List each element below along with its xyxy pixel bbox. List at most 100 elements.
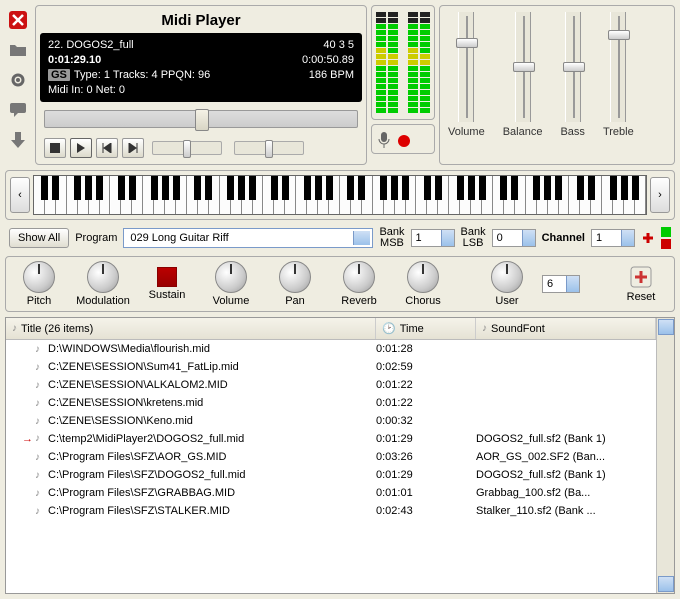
row-title: C:\Program Files\SFZ\GRABBAG.MID bbox=[46, 487, 376, 499]
title-header[interactable]: Title (26 items) bbox=[21, 323, 93, 335]
octave-down-button[interactable]: ‹ bbox=[10, 177, 30, 213]
lcd-display: 22. DOGOS2_full40 3 5 0:01:29.100:00:50.… bbox=[40, 33, 362, 102]
playlist-row[interactable]: ♪C:\ZENE\SESSION\Sum41_FatLip.mid0:02:59 bbox=[6, 358, 656, 376]
chorus-knob[interactable] bbox=[407, 261, 439, 293]
sustain-button[interactable] bbox=[157, 267, 177, 287]
scrollbar[interactable] bbox=[656, 318, 674, 593]
row-title: C:\Program Files\SFZ\AOR_GS.MID bbox=[46, 451, 376, 463]
gs-badge: GS bbox=[48, 69, 70, 81]
pitch-knob[interactable] bbox=[23, 261, 55, 293]
record-button[interactable] bbox=[396, 133, 412, 149]
vu-meters bbox=[371, 5, 435, 120]
row-time: 0:02:43 bbox=[376, 505, 476, 517]
note-icon: ♪ bbox=[35, 416, 40, 427]
note-icon: ♪ bbox=[35, 506, 40, 517]
modulation-knob[interactable] bbox=[87, 261, 119, 293]
next-button[interactable] bbox=[122, 138, 144, 158]
note-icon: ♪ bbox=[12, 323, 17, 334]
row-time: 0:02:59 bbox=[376, 361, 476, 373]
program-label: Program bbox=[75, 232, 117, 244]
playlist-row[interactable]: ♪C:\ZENE\SESSION\ALKALOM2.MID0:01:22 bbox=[6, 376, 656, 394]
balance-label: Balance bbox=[503, 126, 543, 138]
note-icon: ♪ bbox=[35, 452, 40, 463]
row-time: 0:03:26 bbox=[376, 451, 476, 463]
close-button[interactable] bbox=[7, 9, 29, 31]
playlist-row[interactable]: ♪C:\ZENE\SESSION\kretens.mid0:01:22 bbox=[6, 394, 656, 412]
note-icon: ♪ bbox=[35, 344, 40, 355]
bank-msb-label: Bank MSB bbox=[379, 227, 404, 249]
program-select[interactable]: 029 Long Guitar Riff bbox=[123, 228, 373, 248]
row-title: C:\Program Files\SFZ\DOGOS2_full.mid bbox=[46, 469, 376, 481]
prev-button[interactable] bbox=[96, 138, 118, 158]
bank-lsb-label: Bank LSB bbox=[461, 227, 486, 249]
row-time: 0:01:01 bbox=[376, 487, 476, 499]
row-title: C:\ZENE\SESSION\Keno.mid bbox=[46, 415, 376, 427]
tempo-slider[interactable] bbox=[152, 141, 222, 155]
row-title: C:\ZENE\SESSION\kretens.mid bbox=[46, 397, 376, 409]
soundfont-header[interactable]: SoundFont bbox=[491, 323, 545, 335]
bass-fader[interactable] bbox=[565, 12, 581, 122]
row-soundfont: Stalker_110.sf2 (Bank ... bbox=[476, 505, 656, 517]
balance-fader[interactable] bbox=[515, 12, 531, 122]
clock-icon: 🕑 bbox=[382, 322, 396, 335]
bass-label: Bass bbox=[560, 126, 584, 138]
user-knob[interactable] bbox=[491, 261, 523, 293]
playlist-row[interactable]: ♪ C:\Program Files\SFZ\GRABBAG.MID0:01:01… bbox=[6, 484, 656, 502]
play-button[interactable] bbox=[70, 138, 92, 158]
row-time: 0:01:28 bbox=[376, 343, 476, 355]
row-time: 0:00:32 bbox=[376, 415, 476, 427]
note-icon: ♪ bbox=[35, 488, 40, 499]
playlist-row[interactable]: ♪C:\Program Files\SFZ\DOGOS2_full.mid0:0… bbox=[6, 466, 656, 484]
stop-button[interactable] bbox=[44, 138, 66, 158]
playlist-row[interactable]: ♪ C:\ZENE\SESSION\Keno.mid0:00:32 bbox=[6, 412, 656, 430]
bank-msb-input[interactable]: 1 bbox=[411, 229, 455, 247]
scroll-down-button[interactable] bbox=[658, 576, 674, 592]
playlist-row[interactable]: ♪ C:\Program Files\SFZ\STALKER.MID0:02:43… bbox=[6, 502, 656, 520]
down-arrow-icon[interactable] bbox=[7, 129, 29, 151]
status-red-icon bbox=[661, 239, 671, 249]
channel-input[interactable]: 1 bbox=[591, 229, 635, 247]
note-icon: ♪ bbox=[35, 380, 40, 391]
reverb-knob[interactable] bbox=[343, 261, 375, 293]
note-icon: ♪ bbox=[35, 398, 40, 409]
row-title: D:\WINDOWS\Media\flourish.mid bbox=[46, 343, 376, 355]
aux-slider[interactable] bbox=[234, 141, 304, 155]
total-time: 0:00:50.89 bbox=[302, 54, 354, 66]
row-title: C:\ZENE\SESSION\ALKALOM2.MID bbox=[46, 379, 376, 391]
folder-icon[interactable] bbox=[7, 39, 29, 61]
mic-button[interactable] bbox=[376, 131, 392, 149]
status-green-icon bbox=[661, 227, 671, 237]
add-icon[interactable] bbox=[641, 231, 655, 245]
comment-icon[interactable] bbox=[7, 99, 29, 121]
time-header[interactable]: Time bbox=[400, 323, 424, 335]
row-title: C:\temp2\MidiPlayer2\DOGOS2_full.mid bbox=[46, 433, 376, 445]
progress-slider[interactable] bbox=[44, 110, 358, 128]
treble-label: Treble bbox=[603, 126, 634, 138]
octave-up-button[interactable]: › bbox=[650, 177, 670, 213]
volume-knob[interactable] bbox=[215, 261, 247, 293]
reset-button[interactable] bbox=[629, 265, 653, 289]
playlist-row[interactable]: ♪ C:\Program Files\SFZ\AOR_GS.MID0:03:26A… bbox=[6, 448, 656, 466]
channel-label: Channel bbox=[542, 232, 585, 244]
sustain-label: Sustain bbox=[149, 289, 186, 301]
modulation-label: Modulation bbox=[76, 295, 130, 307]
row-soundfont: AOR_GS_002.SF2 (Ban... bbox=[476, 451, 656, 463]
user-value-input[interactable]: 6 bbox=[542, 275, 580, 293]
show-all-button[interactable]: Show All bbox=[9, 228, 69, 248]
scroll-up-button[interactable] bbox=[658, 319, 674, 335]
row-title: C:\Program Files\SFZ\STALKER.MID bbox=[46, 505, 376, 517]
midi-info: Midi In: 0 Net: 0 bbox=[48, 84, 354, 96]
playlist-row[interactable]: →♪C:\temp2\MidiPlayer2\DOGOS2_full.mid0:… bbox=[6, 430, 656, 448]
row-time: 0:01:29 bbox=[376, 433, 476, 445]
volume-fader[interactable] bbox=[458, 12, 474, 122]
now-playing-icon: → bbox=[22, 433, 33, 445]
bank-lsb-input[interactable]: 0 bbox=[492, 229, 536, 247]
treble-fader[interactable] bbox=[610, 12, 626, 122]
volume-label: Volume bbox=[448, 126, 485, 138]
gear-icon[interactable] bbox=[7, 69, 29, 91]
pan-knob[interactable] bbox=[279, 261, 311, 293]
app-title: Midi Player bbox=[40, 10, 362, 33]
piano-keyboard[interactable] bbox=[33, 175, 647, 215]
playlist-row[interactable]: ♪ D:\WINDOWS\Media\flourish.mid0:01:28 bbox=[6, 340, 656, 358]
lcd-counters: 40 3 5 bbox=[323, 39, 354, 51]
